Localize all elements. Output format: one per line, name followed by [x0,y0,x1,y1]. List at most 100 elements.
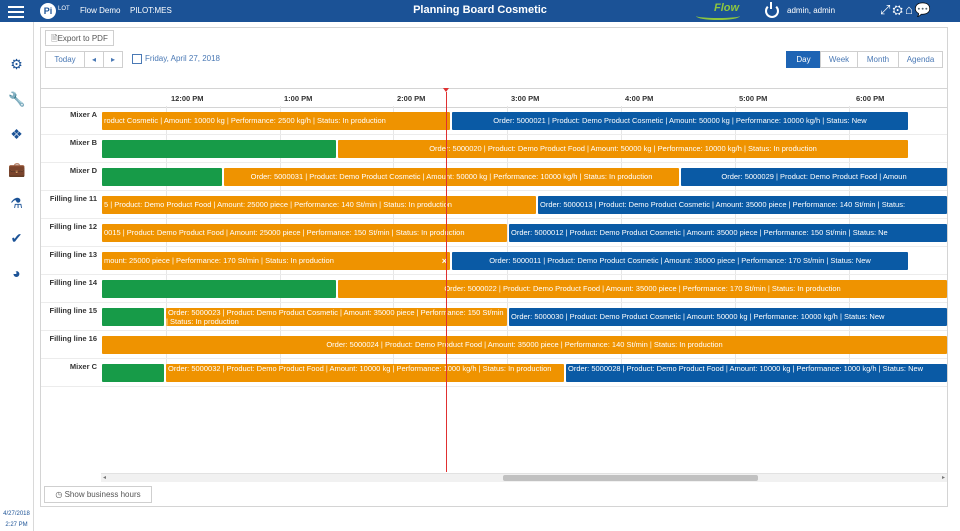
power-icon[interactable] [765,2,779,18]
resource-row: Filling line 14 Order: 5000022 | Product… [41,274,947,303]
user-name[interactable]: admin, admin [787,6,835,15]
chat-icon[interactable]: 💬 [915,2,933,17]
business-hours-label: Show business hours [64,490,141,499]
order-text: 0015 | Product: Demo Product Food | Amou… [104,228,465,237]
order-text: Order: 5000020 | Product: Demo Product F… [429,144,817,153]
logo-text: LOT [58,6,70,12]
hour-label: 4:00 PM [625,94,654,103]
order-bar[interactable]: Order: 5000011 | Product: Demo Product C… [452,252,908,270]
row-label: Mixer B [69,138,97,147]
row-label: Filling line 11 [49,194,97,203]
order-text [102,144,106,153]
date-picker-label[interactable]: Friday, April 27, 2018 [145,54,220,63]
resource-row: Filling line 11 5 | Product: Demo Produc… [41,190,947,219]
order-bar[interactable]: Order: 5000030 | Product: Demo Product C… [509,308,947,326]
row-label: Mixer C [69,362,97,371]
export-pdf-label: Export to PDF [57,34,108,43]
resource-row: Mixer A roduct Cosmetic | Amount: 10000 … [41,106,947,135]
scroll-left-icon[interactable]: ◂ [103,474,106,481]
order-bar[interactable]: Order: 5000020 | Product: Demo Product F… [338,140,908,158]
order-text [102,368,106,377]
calendar-icon[interactable] [132,54,142,64]
order-bar[interactable] [102,168,222,186]
order-bar[interactable]: Order: 5000031 | Product: Demo Product C… [224,168,679,186]
current-time: 2:27 PM [5,522,28,528]
cogs-icon[interactable]: ⚙ [8,56,25,73]
order-bar[interactable]: Order: 5000032 | Product: Demo Product F… [166,364,564,382]
order-bar[interactable] [102,364,164,382]
scroll-right-icon[interactable]: ▸ [942,474,945,481]
resource-row: Mixer B Order: 5000020 | Product: Demo P… [41,134,947,163]
view-day-button[interactable]: Day [786,51,821,68]
order-bar[interactable] [102,308,164,326]
resource-row: Filling line 13 mount: 25000 piece | Per… [41,246,947,275]
order-bar[interactable]: Order: 5000022 | Product: Demo Product F… [338,280,947,298]
logo-mark: Pi [40,3,56,19]
hour-label: 12:00 PM [171,94,204,103]
order-bar[interactable] [102,280,336,298]
order-bar[interactable]: 5 | Product: Demo Product Food | Amount:… [102,196,536,214]
check-icon[interactable]: ✔ [8,230,25,247]
order-bar[interactable] [102,140,336,158]
order-text: Order: 5000013 | Product: Demo Product C… [540,200,906,209]
order-text [102,284,106,293]
order-bar[interactable]: Order: 5000024 | Product: Demo Product F… [102,336,947,354]
home-icon[interactable]: ⌂ [905,2,915,17]
gear-icon[interactable]: ⚙ [892,2,905,17]
horizontal-scrollbar[interactable]: ◂ ▸ [101,473,947,482]
order-text: mount: 25000 piece | Performance: 170 St… [104,256,334,265]
menu-icon[interactable] [8,3,24,19]
order-text: Order: 5000024 | Product: Demo Product F… [326,340,723,349]
order-text: Order: 5000012 | Product: Demo Product C… [511,228,888,237]
order-text: Order: 5000030 | Product: Demo Product C… [511,312,885,321]
order-text: Order: 5000011 | Product: Demo Product C… [489,256,871,265]
next-button[interactable]: ▸ [103,51,123,68]
order-bar[interactable]: Order: 5000012 | Product: Demo Product C… [509,224,947,242]
order-text: Order: 5000028 | Product: Demo Product F… [568,364,924,373]
order-text: Order: 5000032 | Product: Demo Product F… [168,364,552,373]
cubes-icon[interactable]: ❖ [8,126,25,143]
view-agenda-button[interactable]: Agenda [898,51,943,68]
fullscreen-icon[interactable]: ⤢ [880,2,892,17]
order-bar[interactable]: Order: 5000028 | Product: Demo Product F… [566,364,947,382]
order-bar[interactable]: Order: 5000029 | Product: Demo Product F… [681,168,947,186]
view-month-button[interactable]: Month [857,51,899,68]
time-header: 12:00 PM 1:00 PM 2:00 PM 3:00 PM 4:00 PM… [41,88,947,108]
prev-button[interactable]: ◂ [84,51,104,68]
order-bar[interactable]: Order: 5000021 | Product: Demo Product C… [452,112,908,130]
order-bar[interactable]: roduct Cosmetic | Amount: 10000 kg | Per… [102,112,450,130]
order-bar[interactable]: Order: 5000013 | Product: Demo Product C… [538,196,947,214]
order-text: Order: 5000021 | Product: Demo Product C… [493,116,867,125]
hour-label: 1:00 PM [284,94,313,103]
briefcase-icon[interactable]: 💼 [8,161,25,178]
hour-label: 6:00 PM [856,94,885,103]
order-bar[interactable]: Order: 5000023 | Product: Demo Product C… [166,308,507,326]
resource-row: Mixer D Order: 5000031 | Product: Demo P… [41,162,947,191]
hour-label: 3:00 PM [511,94,540,103]
clock-icon: ◷ [55,490,63,499]
order-text: Order: 5000031 | Product: Demo Product C… [250,172,653,181]
row-label: Filling line 13 [49,250,97,259]
header-icons: ⤢⚙⌂💬 [880,2,933,18]
flask-icon[interactable]: ⚗ [8,195,25,212]
export-pdf-button[interactable]: 🗎Export to PDF [45,30,114,46]
order-text: Order: 5000029 | Product: Demo Product F… [721,172,907,181]
row-label: Mixer A [70,110,97,119]
order-text: 5 | Product: Demo Product Food | Amount:… [104,200,452,209]
show-business-hours-button[interactable]: ◷ Show business hours [44,486,152,503]
order-bar[interactable]: mount: 25000 piece | Performance: 170 St… [102,252,450,270]
wrench-icon[interactable]: 🔧 [8,91,25,108]
hour-label: 5:00 PM [739,94,768,103]
scheduler-grid: 12:00 PM 1:00 PM 2:00 PM 3:00 PM 4:00 PM… [41,88,947,474]
row-label: Filling line 12 [49,222,97,231]
scrollbar-thumb[interactable] [503,475,758,481]
pilot-logo: Pi LOT [40,3,72,19]
system-name: PILOT:MES [130,6,172,15]
row-label: Filling line 16 [49,334,97,343]
today-button[interactable]: Today [45,51,85,68]
order-text: Order: 5000022 | Product: Demo Product F… [444,284,841,293]
order-text: roduct Cosmetic | Amount: 10000 kg | Per… [104,116,386,125]
dashboard-icon[interactable]: ◕ [8,265,25,282]
view-week-button[interactable]: Week [820,51,858,68]
resource-row: Mixer C Order: 5000032 | Product: Demo P… [41,358,947,387]
